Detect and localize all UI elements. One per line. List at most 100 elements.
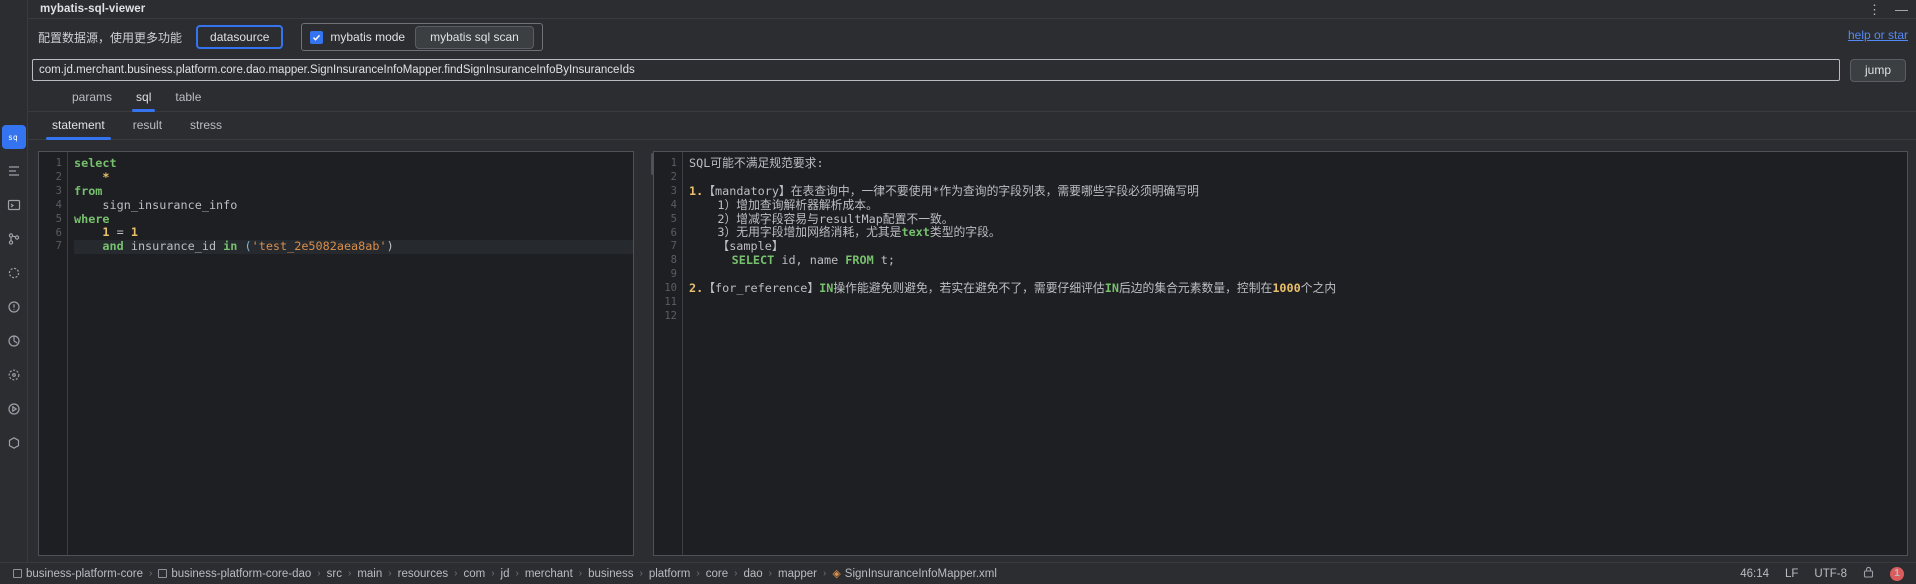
rail-services-icon[interactable] [2,363,26,387]
rail-sql-icon[interactable]: sq [1,125,26,149]
tab-sql[interactable]: sql [124,86,163,112]
code-line: select [74,156,633,171]
line-number: 1 [55,157,62,169]
main-tabs: params sql table [28,85,1916,112]
code-line: * [74,170,633,185]
activity-rail: sq [0,0,27,562]
jump-button[interactable]: jump [1850,58,1906,82]
rail-problems-icon[interactable] [2,295,26,319]
breadcrumb-item[interactable]: merchant [520,568,578,580]
module-icon [158,569,168,578]
caret-position[interactable]: 46:14 [1740,568,1769,580]
breadcrumb-item[interactable]: jd [496,568,515,580]
line-number: 12 [664,309,677,322]
breadcrumb-item[interactable]: com [458,568,490,580]
file-encoding[interactable]: UTF-8 [1814,568,1847,580]
code-token: 后边的集合元素数量，控制在 [1118,281,1273,296]
review-code[interactable]: SQL可能不满足规范要求: 1.【mandatory】在表查询中，一律不要使用*… [682,152,1907,555]
status-right: 46:14 LF UTF-8 1 [1740,566,1908,581]
breadcrumb-item[interactable]: ◈ SignInsuranceInfoMapper.xml [827,567,1002,581]
code-line: SELECT id, name FROM t; [689,253,1907,268]
sql-editor-code[interactable]: select * from sign_insurance_info where 1 … [67,152,633,555]
code-line: 2）增减字段容易与resultMap配置不一致。 [689,212,1907,227]
code-line: where [74,212,633,227]
line-number: 10 [664,282,677,295]
breadcrumb-label: com [463,567,486,580]
datasource-button[interactable]: datasource [196,25,284,49]
rail-terminal-icon[interactable] [2,193,26,217]
code-token: 1 [102,225,110,240]
checkbox-checked-icon[interactable] [310,30,324,44]
breadcrumb-label: business [588,567,634,580]
line-separator[interactable]: LF [1785,568,1798,580]
rail-branch-icon[interactable] [2,227,26,251]
code-token: t; [873,253,896,268]
line-number: 3 [55,184,62,197]
code-line: 【sample】 [689,239,1907,254]
subtab-stress[interactable]: stress [176,113,236,139]
code-token: 'test_2e5082aea8ab' [251,239,387,254]
code-token: 【sample】 [689,239,784,254]
title-bar-actions: ⋮ — [1868,0,1908,19]
subtab-statement[interactable]: statement [38,113,119,140]
breadcrumb-item[interactable]: src [322,568,347,580]
lock-icon[interactable] [1863,566,1874,581]
code-token: 1000 [1272,281,1301,296]
sql-editor-pane[interactable]: 1234567 select * from sign_insurance_info… [38,151,634,556]
rail-run-icon[interactable] [2,397,26,421]
mybatis-mode-group: mybatis mode mybatis sql scan [301,23,543,51]
datasource-hint: 配置数据源，使用更多功能 [38,30,183,45]
breadcrumb-label: src [326,567,342,580]
breadcrumb-item[interactable]: business-platform-core-dao [153,568,316,580]
editor-area: 1234567 select * from sign_insurance_info… [38,151,1908,556]
mybatis-sql-scan-button[interactable]: mybatis sql scan [415,25,534,49]
code-token: select [74,156,117,170]
rail-plugins-icon[interactable] [2,431,26,455]
code-line: and insurance_id in ('test_2e5082aea8ab'… [74,239,633,255]
mybatis-mode-checkbox-wrap[interactable]: mybatis mode [310,30,405,44]
code-token: 个之内 [1300,281,1337,296]
rail-profiler-icon[interactable] [2,329,26,353]
code-line: 2.【for_reference】IN操作能避免则避免，若实在避免不了，需要仔细… [689,281,1907,296]
code-token: 类型的字段。 [929,225,1001,240]
toolbar: 配置数据源，使用更多功能 datasource mybatis mode myb… [28,19,1916,55]
help-or-star-link[interactable]: help or star [1848,28,1908,42]
breadcrumb-item[interactable]: core [701,568,733,580]
breadcrumb-item[interactable]: dao [738,568,767,580]
code-token: 1）增加查询解析器解析成本。 [689,197,878,212]
line-number: 4 [670,198,677,211]
code-line: 1.【mandatory】在表查询中，一律不要使用*作为查询的字段列表，需要哪些… [689,183,1907,199]
minimize-icon[interactable]: — [1895,3,1908,16]
line-number: 4 [55,198,62,211]
code-token: 3）无用字段增加网络消耗，尤其是 [689,225,902,240]
breadcrumb-item[interactable]: business [583,568,638,580]
code-token: insurance_id [123,239,224,254]
code-token: in [223,239,238,254]
rail-debug-icon[interactable] [2,261,26,285]
breadcrumb-item[interactable]: business-platform-core [8,568,148,580]
breadcrumb-item[interactable]: resources [393,568,454,580]
breadcrumb-label: SignInsuranceInfoMapper.xml [844,567,997,580]
window-title: mybatis-sql-viewer [40,3,146,15]
more-vertical-icon[interactable]: ⋮ [1868,3,1881,16]
subtab-result[interactable]: result [119,113,176,139]
review-gutter: 1 2 3 4 5 6 7 8 9 10 11 12 [654,152,682,555]
review-pane[interactable]: 1 2 3 4 5 6 7 8 9 10 11 12 SQL可能不满足规范要求: 1.【mandato… [653,151,1908,556]
breadcrumb-item[interactable]: main [352,568,387,580]
mybatis-mode-label: mybatis mode [330,30,406,44]
mapper-method-input[interactable] [32,59,1840,81]
title-bar: mybatis-sql-viewer ⋮ — [28,0,1916,19]
code-token: IN [819,281,834,296]
breadcrumb-item[interactable]: platform [644,568,696,580]
tab-params[interactable]: params [60,86,124,111]
breadcrumb-label: mapper [777,567,817,580]
code-token: 【mandatory】在表查询中，一律不要使用*作为查询的字段列表，需要哪些字段… [703,183,1199,198]
line-number: 9 [670,268,677,281]
warning-badge[interactable]: 1 [1890,566,1904,581]
tab-table[interactable]: table [163,86,213,111]
breadcrumb-item[interactable]: mapper [773,568,822,580]
line-number: 2 [55,170,62,183]
sub-tabs: statement result stress [28,112,1916,140]
rail-structure-icon[interactable] [2,159,26,183]
